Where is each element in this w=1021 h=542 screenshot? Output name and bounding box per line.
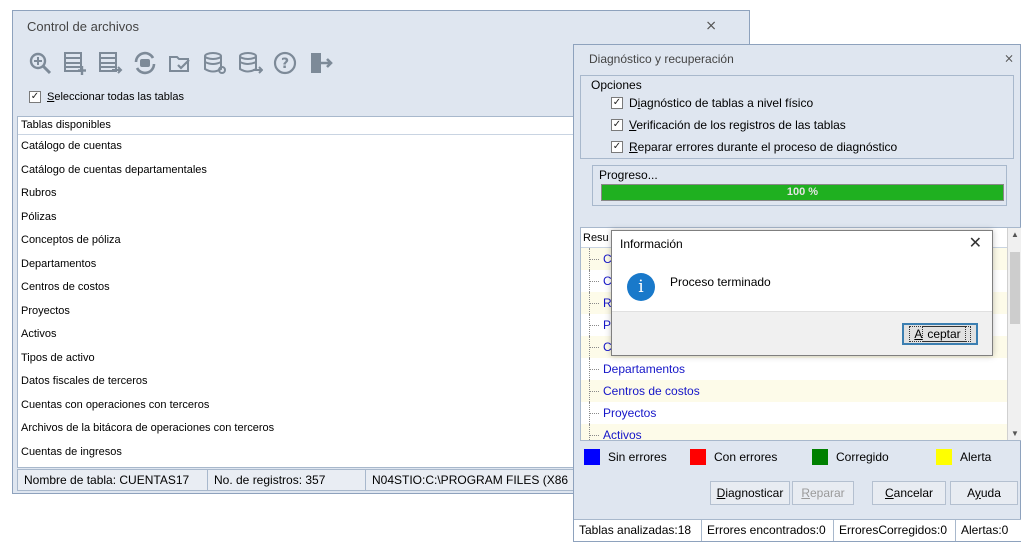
zoom-icon[interactable]: [27, 50, 53, 76]
select-all-label: Seleccionar todas las tablas: [47, 91, 184, 103]
db-export-icon[interactable]: [237, 50, 263, 76]
legend-swatch: [690, 449, 706, 465]
close-icon[interactable]: ⨯: [1004, 51, 1014, 65]
status-records: No. de registros: 357: [208, 470, 366, 490]
options-group: Opciones ✓ Diagnóstico de tablas a nivel…: [580, 75, 1014, 159]
window-title: Control de archivos: [27, 18, 139, 34]
option-label: Diagnóstico de tablas a nivel físico: [629, 96, 814, 110]
legend-label: Corregido: [836, 450, 889, 464]
dialog-titlebar: Información ✕: [612, 231, 992, 257]
checkbox[interactable]: ✓: [611, 119, 623, 131]
status-corrected: ErroresCorregidos:0: [834, 520, 956, 541]
exit-icon[interactable]: [307, 50, 333, 76]
action-buttons: Diagnosticar Reparar Cancelar Ayuda: [574, 481, 1021, 509]
dialog-body: i Proceso terminado: [612, 257, 992, 313]
help-icon[interactable]: ?: [272, 50, 298, 76]
info-dialog: Información ✕ i Proceso terminado Acepta…: [611, 230, 993, 356]
option-repair-errors[interactable]: ✓ Reparar errores durante el proceso de …: [611, 140, 897, 154]
diagnose-button[interactable]: Diagnosticar: [710, 481, 790, 505]
legend-no-errors: Sin errores: [584, 449, 667, 465]
progress-label: Progreso...: [599, 168, 658, 182]
checkbox[interactable]: ✓: [611, 97, 623, 109]
status-analyzed: Tablas analizadas:18: [574, 520, 702, 541]
close-icon[interactable]: ✕: [969, 231, 982, 257]
cancel-button[interactable]: Cancelar: [872, 481, 946, 505]
diagnostic-statusbar: Tablas analizadas:18 Errores encontrados…: [574, 519, 1021, 541]
legend-with-errors: Con errores: [690, 449, 777, 465]
legend-label: Con errores: [714, 450, 778, 464]
tree-item[interactable]: Activos: [581, 424, 1021, 440]
status-table-name: Nombre de tabla: CUENTAS17: [18, 470, 208, 490]
option-physical-diagnostic[interactable]: ✓ Diagnóstico de tablas a nivel físico: [611, 96, 813, 110]
progress-group: Progreso... 100 %: [592, 165, 1007, 206]
option-label: Reparar errores durante el proceso de di…: [629, 140, 898, 154]
diagnostic-titlebar: Diagnóstico y recuperación ⨯: [574, 45, 1020, 73]
db-search-icon[interactable]: [202, 50, 228, 76]
legend-label: Sin errores: [608, 450, 667, 464]
info-icon: i: [627, 273, 655, 301]
scroll-down-icon[interactable]: ▼: [1011, 429, 1019, 438]
legend-swatch: [584, 449, 600, 465]
tree-item[interactable]: Departamentos: [581, 358, 1021, 380]
folder-check-icon[interactable]: [167, 50, 193, 76]
tree-item[interactable]: Proyectos: [581, 402, 1021, 424]
option-label: Verificación de los registros de las tab…: [629, 118, 846, 132]
file-control-titlebar: Control de archivos ⨯: [13, 11, 749, 41]
add-table-icon[interactable]: [62, 50, 88, 76]
options-label: Opciones: [591, 78, 642, 92]
help-button[interactable]: Ayuda: [950, 481, 1018, 505]
dialog-footer: Aceptar: [612, 311, 992, 355]
scroll-thumb[interactable]: [1010, 252, 1020, 324]
legend-swatch: [812, 449, 828, 465]
legend-corrected: Corregido: [812, 449, 889, 465]
checkbox[interactable]: ✓: [611, 141, 623, 153]
accept-button[interactable]: Aceptar: [902, 323, 978, 345]
legend-swatch: [936, 449, 952, 465]
legend: Sin errores Con errores Corregido Alerta: [580, 445, 1021, 469]
refresh-db-icon[interactable]: [132, 50, 158, 76]
vertical-scrollbar[interactable]: ▲ ▼: [1007, 228, 1021, 440]
select-all-checkbox[interactable]: ✓: [29, 91, 41, 103]
export-table-icon[interactable]: [97, 50, 123, 76]
tree-item[interactable]: Centros de costos: [581, 380, 1021, 402]
progress-bar: 100 %: [601, 184, 1004, 201]
repair-button[interactable]: Reparar: [792, 481, 854, 505]
status-errors: Errores encontrados:0: [702, 520, 834, 541]
legend-label: Alerta: [960, 450, 992, 464]
option-record-verification[interactable]: ✓ Verificación de los registros de las t…: [611, 118, 846, 132]
close-icon[interactable]: ⨯: [705, 17, 717, 34]
scroll-up-icon[interactable]: ▲: [1011, 230, 1019, 239]
svg-text:?: ?: [281, 56, 289, 72]
legend-alert: Alerta: [936, 449, 991, 465]
status-alerts: Alertas:0: [961, 523, 1009, 537]
dialog-message: Proceso terminado: [670, 275, 771, 289]
progress-text: 100 %: [786, 186, 819, 198]
dialog-title: Información: [620, 237, 683, 251]
window-title: Diagnóstico y recuperación: [589, 52, 734, 66]
